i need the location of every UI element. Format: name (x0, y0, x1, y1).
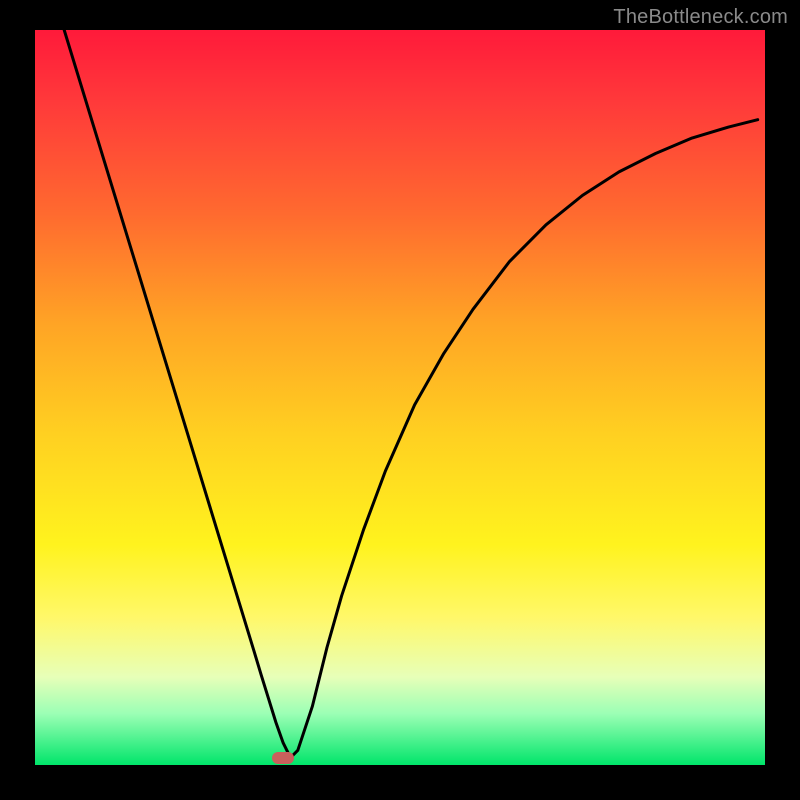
bottleneck-curve (35, 30, 765, 765)
watermark-text: TheBottleneck.com (613, 6, 788, 29)
plot-area (35, 30, 765, 765)
optimal-point-marker (272, 752, 294, 764)
chart-frame: TheBottleneck.com (0, 0, 800, 800)
